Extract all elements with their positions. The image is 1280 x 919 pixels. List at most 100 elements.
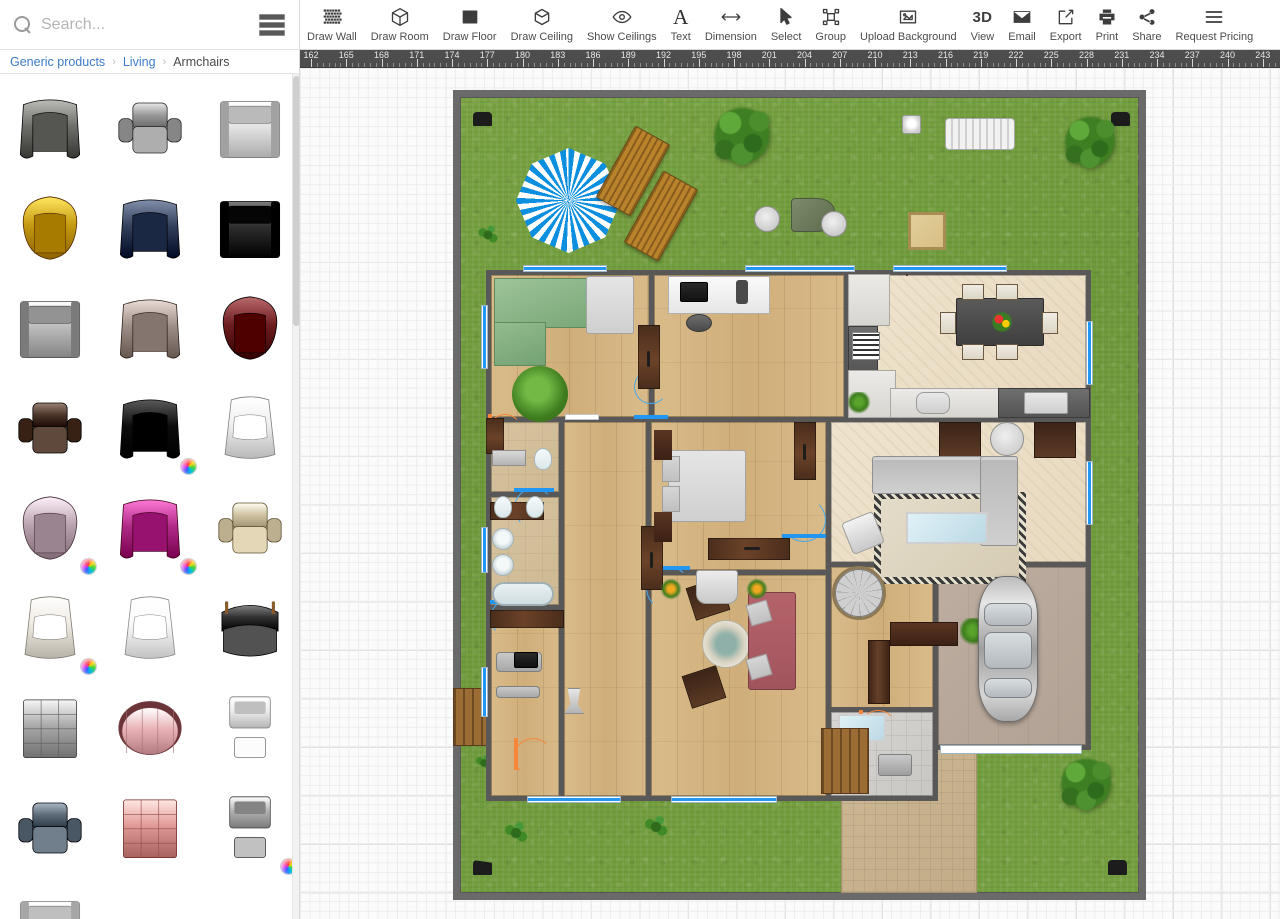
side-table[interactable] [990,422,1024,456]
toolbar-button-text[interactable]: AText [664,3,698,43]
vanity[interactable] [492,450,526,466]
toolbar-button-request-pricing[interactable]: Request Pricing [1169,3,1261,43]
weight-bench[interactable] [496,686,540,698]
toolbar-button-view[interactable]: 3DView [964,3,1002,43]
garden-lamp[interactable] [902,115,921,134]
catalog-item-black-lounge-chair[interactable] [200,178,299,278]
catalog-item-brown-leather-recliner[interactable] [0,378,100,478]
horizontal-ruler[interactable]: 1621651681711741771801831861891921951982… [300,50,1280,68]
toolbar-button-show-ceilings[interactable]: Show Ceilings [580,3,664,43]
catalog-scrollbar-thumb[interactable] [293,76,299,326]
dining-chair[interactable] [1042,312,1058,334]
floorplan-drawing[interactable] [453,90,1146,900]
garden-shed[interactable] [473,112,492,126]
catalog-item-grey-quilted-chair[interactable] [0,678,100,778]
color-wheel-icon[interactable] [181,559,196,574]
garden-sofa[interactable] [945,118,1015,150]
toolbar-button-dimension[interactable]: Dimension [698,3,764,43]
toolbar-button-email[interactable]: Email [1001,3,1043,43]
color-wheel-icon[interactable] [181,459,196,474]
toolbar-button-draw-floor[interactable]: Draw Floor [436,3,504,43]
tree-2[interactable] [1055,108,1125,178]
coffee-table[interactable] [906,512,988,544]
car[interactable] [978,576,1038,722]
outdoor-armchair-2[interactable] [821,211,847,237]
garage-door[interactable] [941,746,1081,753]
toolbar-button-share[interactable]: Share [1125,3,1168,43]
dining-chair[interactable] [940,312,956,334]
door-hallway[interactable] [566,388,598,422]
catalog-item-dark-grey-armchair[interactable] [0,78,100,178]
round-rug[interactable] [702,620,750,668]
door-slab[interactable] [638,325,660,389]
bathroom-sink[interactable] [878,754,912,776]
window[interactable] [482,528,487,572]
armchair-white-2[interactable] [696,570,738,604]
hamburger-menu-icon[interactable] [259,14,285,36]
door-master-bedroom[interactable] [782,508,826,540]
breadcrumb-item-living[interactable]: Living [123,55,156,69]
catalog-item-beige-armchair[interactable] [200,478,299,578]
search-input[interactable] [41,16,249,34]
catalog-item-light-grey-armchair[interactable] [0,278,100,378]
door-gym-exterior[interactable] [514,738,552,770]
catalog-item-navy-wingback-chair[interactable] [100,178,200,278]
catalog-item-cream-tub-chair[interactable] [0,578,100,678]
toolbar-button-draw-ceiling[interactable]: Draw Ceiling [504,3,580,43]
catalog-scrollbar[interactable] [292,74,299,919]
bathtub[interactable] [492,582,554,606]
window[interactable] [528,797,620,802]
sink[interactable] [492,554,514,576]
cooktop[interactable] [852,332,880,360]
shrub-1[interactable] [475,222,501,248]
armchair-white[interactable] [586,276,634,334]
outdoor-armchair-1[interactable] [754,206,780,232]
office-chair[interactable] [686,314,712,332]
color-wheel-icon[interactable] [81,559,96,574]
treadmill-console[interactable] [514,652,538,668]
pillow[interactable] [662,486,680,512]
catalog-item-white-armchair-ottoman[interactable] [200,678,299,778]
catalog-item-grey-chair-ottoman-set[interactable] [200,778,299,878]
desk-lamp[interactable] [736,280,748,304]
toilet[interactable] [494,496,512,518]
sandbox[interactable] [908,212,946,250]
catalog-item-white-leather-armchair[interactable] [200,78,299,178]
bidet[interactable] [526,496,544,518]
window[interactable] [894,266,1006,271]
floorplan-canvas[interactable] [300,68,1280,919]
potted-plant[interactable] [848,392,872,416]
armchair-brown-2[interactable] [1034,422,1076,458]
door-office[interactable] [634,388,668,422]
nightstand[interactable] [654,430,672,460]
door-slab[interactable] [868,640,890,704]
dining-chair[interactable] [962,284,984,300]
color-wheel-icon[interactable] [81,659,96,674]
door-slab[interactable] [794,422,816,480]
catalog-item-burgundy-slipper-chair[interactable] [200,278,299,378]
sofa-green[interactable] [494,278,590,328]
shrub-3[interactable] [641,812,671,842]
laptop[interactable] [680,282,708,302]
room-hallway[interactable] [559,417,651,801]
catalog-item-white-modern-chair[interactable] [100,578,200,678]
catalog-item-white-frame-armchair[interactable] [0,878,100,919]
window[interactable] [746,266,854,271]
toolbar-button-select[interactable]: Select [764,3,809,43]
catalog-item-slate-blue-armchair[interactable] [0,778,100,878]
sink[interactable] [492,528,514,550]
breadcrumb-item-generic-products[interactable]: Generic products [10,55,105,69]
dining-chair[interactable] [996,344,1018,360]
catalog-item-salmon-tufted-chair[interactable] [100,778,200,878]
catalog-item-grey-recliner[interactable] [100,78,200,178]
toolbar-button-export[interactable]: Export [1043,3,1089,43]
refrigerator[interactable] [848,274,890,326]
potted-plant[interactable] [512,366,568,422]
toolbar-button-draw-room[interactable]: Draw Room [364,3,436,43]
window[interactable] [1087,322,1092,384]
catalog-item-pink-round-pod-chair[interactable] [100,678,200,778]
window[interactable] [1087,462,1092,524]
door-slab[interactable] [486,418,504,454]
door-slab[interactable] [708,538,790,560]
tree-1[interactable] [703,98,781,176]
